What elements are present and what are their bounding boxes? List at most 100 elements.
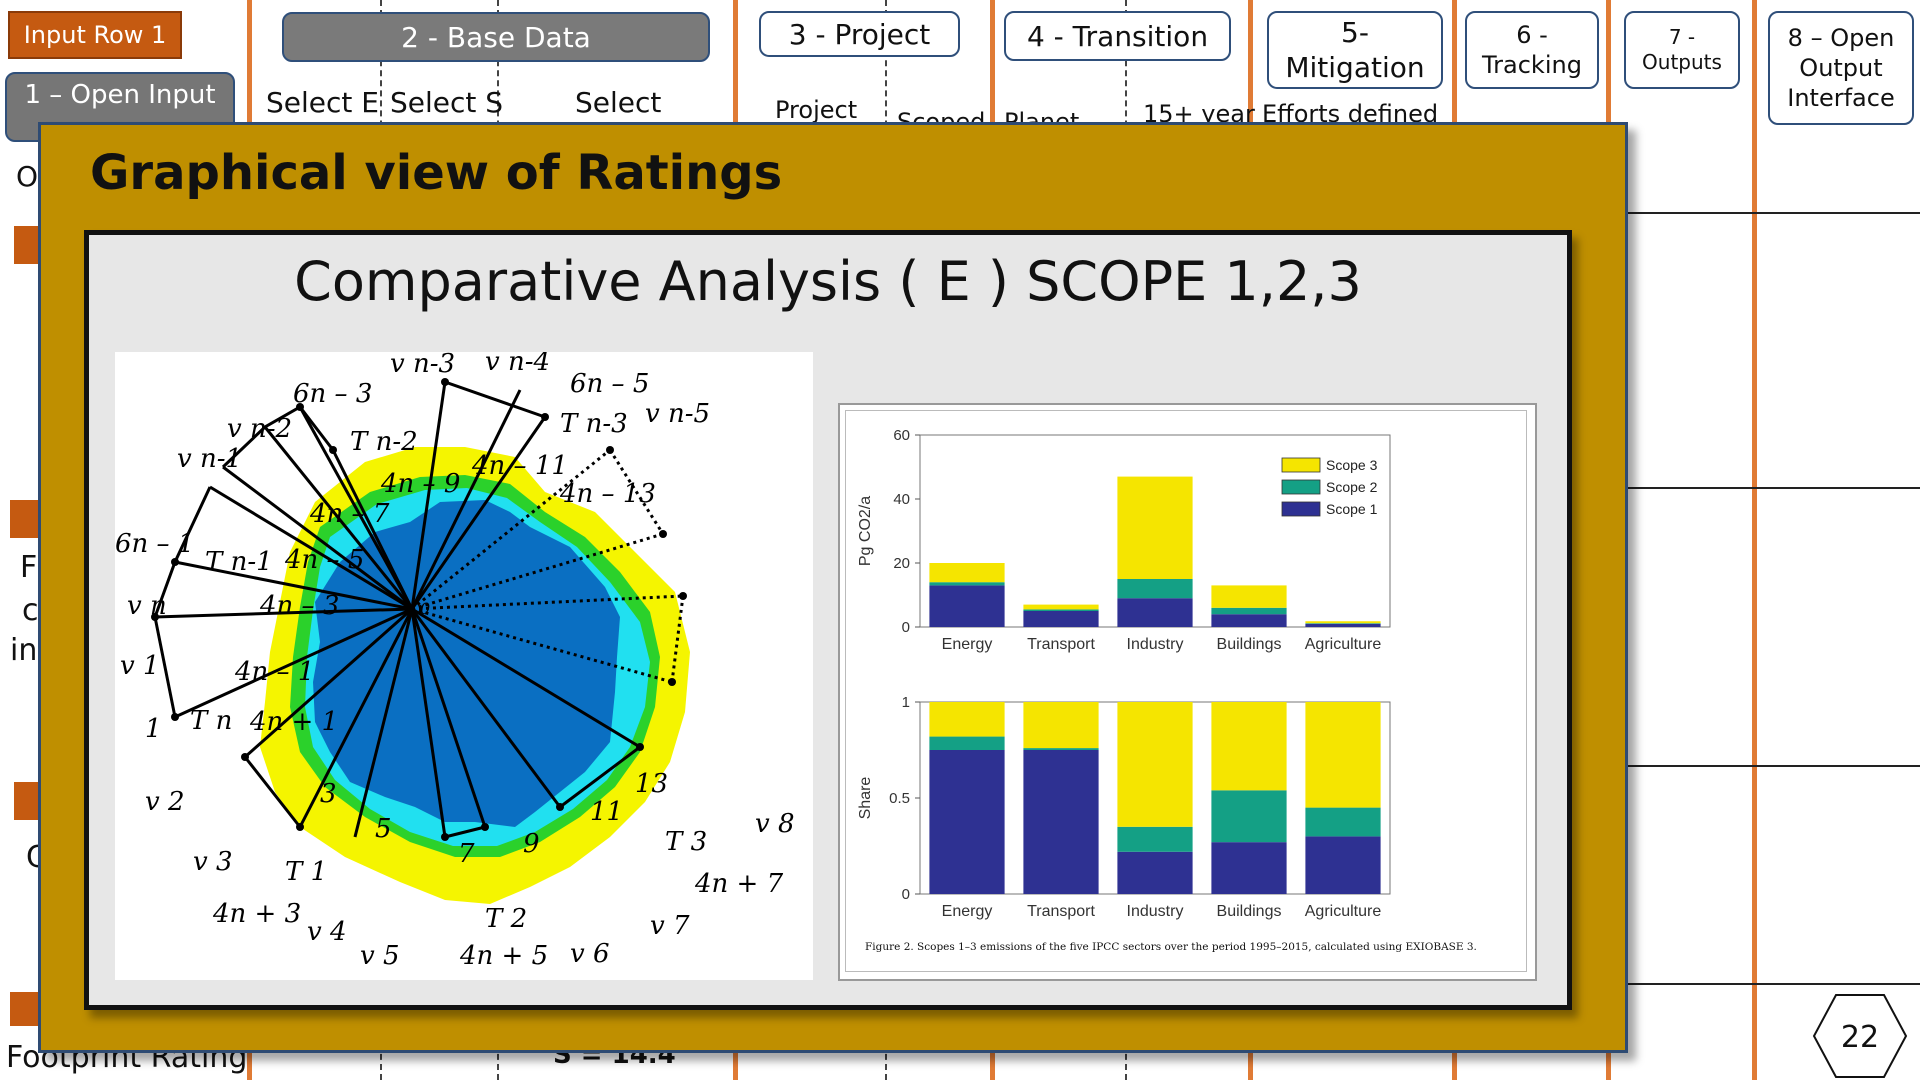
radial-label: T 2	[485, 904, 527, 934]
y-tick-label: 60	[893, 427, 910, 444]
y-tick-label: 0	[902, 886, 910, 903]
radial-label: T 3	[665, 827, 707, 857]
stack-segment	[1023, 609, 1099, 611]
radial-label: v n	[127, 591, 167, 621]
step-mitigation[interactable]: 5- Mitigation	[1267, 11, 1443, 89]
step-project[interactable]: 3 - Project	[759, 11, 960, 57]
input-row-label: Input Row 1	[8, 11, 182, 59]
radial-label: v n-4	[485, 352, 550, 377]
y-tick-label: 0	[902, 619, 910, 636]
row-divider	[1622, 765, 1920, 767]
stack-segment	[1305, 623, 1381, 627]
stack-segment	[1211, 702, 1287, 791]
radial-label: 4n – 9	[380, 469, 460, 499]
radial-label: 6n – 3	[293, 379, 372, 409]
radial-label: 4n – 1	[234, 657, 314, 687]
step-tracking[interactable]: 6 - Tracking	[1465, 11, 1599, 89]
radial-label: 4n – 13	[559, 479, 656, 509]
page-number-badge: 22	[1812, 994, 1908, 1078]
step-base-data[interactable]: 2 - Base Data	[282, 12, 710, 62]
radial-label: 1	[145, 714, 162, 744]
select-e-label: Select E	[266, 86, 379, 119]
row-divider	[1622, 983, 1920, 985]
radial-label: 4n – 3	[259, 591, 339, 621]
radial-label: T n-1	[205, 547, 273, 577]
stack-segment	[1211, 790, 1287, 843]
select-s-label: Select S	[390, 86, 504, 119]
radial-label: v 6	[570, 939, 610, 969]
row-fragment: c	[22, 593, 39, 628]
radial-label: 11	[590, 797, 623, 827]
step-transition[interactable]: 4 - Transition	[1004, 11, 1231, 61]
project-label: Project	[775, 96, 858, 124]
x-tick-label: Agriculture	[1305, 636, 1382, 653]
stack-segment	[1117, 826, 1193, 852]
stack-segment	[929, 736, 1005, 750]
radial-label: 7	[458, 839, 475, 869]
stack-segment	[1117, 851, 1193, 894]
stack-segment	[1305, 702, 1381, 808]
legend-label: Scope 2	[1326, 479, 1378, 495]
radial-label: 4n + 1	[249, 707, 338, 737]
legend-label: Scope 3	[1326, 457, 1378, 473]
y-tick-label: 20	[893, 555, 910, 572]
radial-label: v 7	[650, 911, 690, 941]
radial-label: 6n – 5	[570, 369, 649, 399]
stack-segment	[1117, 598, 1193, 627]
radial-label: v 5	[360, 941, 400, 971]
step-outputs[interactable]: 7 - Outputs	[1624, 11, 1740, 89]
stack-segment	[1023, 748, 1099, 750]
x-tick-label: Transport	[1027, 636, 1095, 653]
stack-segment	[929, 585, 1005, 627]
radial-label: 4n – 11	[471, 451, 568, 481]
stack-segment	[1117, 702, 1193, 827]
stack-segment	[1023, 604, 1099, 610]
radial-label: T n	[190, 706, 232, 736]
row-tag	[10, 500, 40, 538]
legend-swatch	[1281, 457, 1321, 473]
x-tick-label: Energy	[942, 903, 993, 920]
row-fragment: in	[10, 633, 38, 668]
chart-caption: Figure 2. Scopes 1–3 emissions of the fi…	[865, 941, 1477, 953]
row-fragment: F	[20, 550, 38, 585]
select-label: Select	[575, 86, 662, 119]
y-axis-label: Share	[857, 777, 874, 820]
x-tick-label: Energy	[942, 636, 993, 653]
radial-label: v 8	[755, 809, 795, 839]
step-open-output-interface[interactable]: 8 – Open Output Interface	[1768, 11, 1914, 125]
stack-segment	[1305, 836, 1381, 894]
radial-label: v 3	[193, 847, 233, 877]
page-number: 22	[1841, 1020, 1879, 1055]
radial-label: 4n + 7	[694, 869, 784, 899]
radial-label: 0	[420, 599, 430, 618]
stack-segment	[1305, 807, 1381, 837]
y-tick-label: 1	[902, 694, 910, 711]
radial-diagram: v n-4 v n-3 6n – 3 6n – 5 v n-5 v n-2 v …	[115, 352, 795, 971]
radial-label: 4n + 5	[459, 941, 548, 971]
column-divider	[1752, 0, 1757, 1080]
x-tick-label: Transport	[1027, 903, 1095, 920]
radial-label: 4n + 3	[212, 899, 301, 929]
x-tick-label: Industry	[1127, 903, 1184, 920]
radial-label: 4n – 7	[309, 499, 390, 529]
radial-label: 13	[635, 769, 668, 799]
radial-label: v 2	[145, 787, 185, 817]
row-fragment: O	[16, 160, 39, 193]
slide-title: Comparative Analysis ( E ) SCOPE 1,2,3	[294, 250, 1362, 313]
radial-label: 5	[375, 814, 392, 844]
stack-segment	[1305, 621, 1381, 624]
radial-label: T n-2	[350, 427, 418, 457]
y-tick-label: 40	[893, 491, 910, 508]
x-tick-label: Agriculture	[1305, 903, 1382, 920]
radial-label: v n-5	[645, 399, 710, 429]
stack-segment	[1305, 623, 1381, 624]
stack-segment	[1117, 476, 1193, 579]
radial-label: 4n – 5	[284, 545, 364, 575]
legend-swatch	[1281, 479, 1321, 495]
stack-segment	[1023, 750, 1099, 894]
radial-label: 9	[523, 829, 540, 859]
stack-segment	[1211, 607, 1287, 615]
y-tick-label: 0.5	[889, 790, 910, 807]
radial-label: v 4	[307, 917, 347, 947]
radial-label: v n-2	[227, 414, 292, 444]
